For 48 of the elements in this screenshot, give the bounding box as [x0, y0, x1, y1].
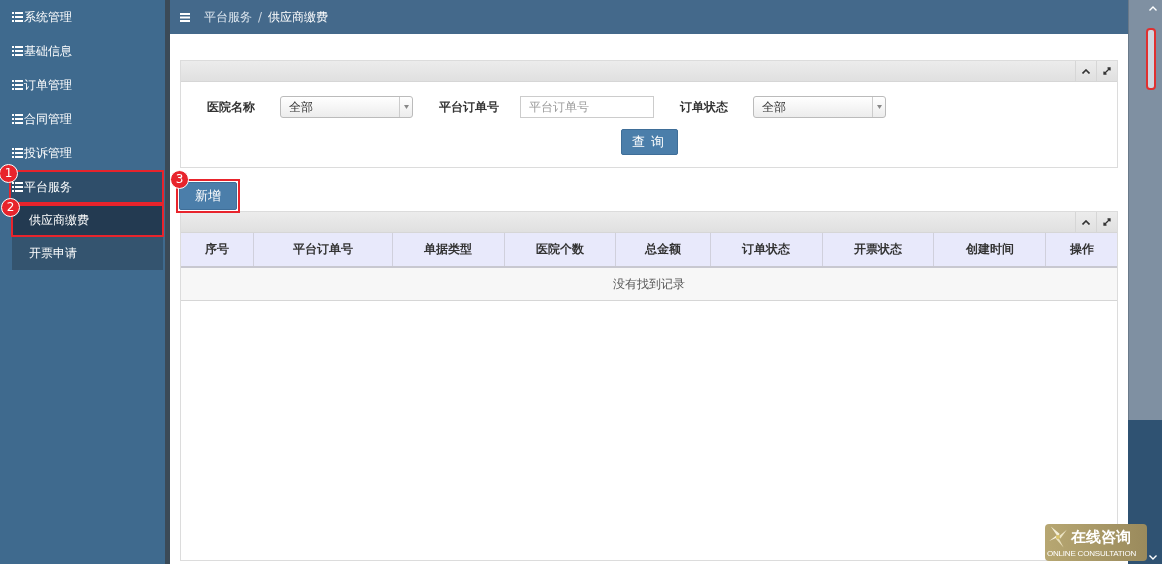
breadcrumb-item[interactable]: 平台服务 — [204, 8, 252, 26]
dropdown-arrow-icon — [403, 105, 409, 109]
column-header: 订单状态 — [710, 233, 823, 267]
expand-icon — [1103, 67, 1111, 75]
list-icon — [12, 148, 23, 158]
sidebar-item[interactable]: 系统管理 — [10, 0, 163, 34]
menu-icon — [180, 12, 190, 22]
empty-message: 没有找到记录 — [181, 267, 1117, 301]
callout-badge: 3 — [170, 170, 189, 189]
breadcrumb-separator: / — [258, 10, 263, 24]
column-header: 创建时间 — [933, 233, 1046, 267]
scrollbar-thumb[interactable] — [1146, 28, 1156, 90]
caret-icon — [1082, 219, 1090, 225]
search-button[interactable]: 查询 — [620, 129, 678, 155]
scrollbar[interactable] — [1128, 0, 1162, 420]
input-field[interactable]: 平台订单号 — [520, 96, 654, 118]
column-header: 医院个数 — [504, 233, 616, 267]
caret-icon — [1082, 68, 1090, 74]
field-label: 平台订单号 — [439, 98, 500, 116]
field-label: 订单状态 — [680, 98, 729, 116]
list-icon — [12, 46, 23, 56]
dropdown[interactable]: 全部 — [753, 96, 886, 118]
column-header: 平台订单号 — [253, 233, 393, 267]
field-label: 医院名称 — [207, 98, 256, 116]
callout-badge: 1 — [0, 164, 18, 183]
chat-title: 在线咨询 — [1071, 528, 1131, 546]
list-icon — [12, 80, 23, 90]
scroll-down-icon — [1149, 554, 1157, 560]
breadcrumb-item: 供应商缴费 — [268, 8, 329, 26]
column-header: 单据类型 — [392, 233, 505, 267]
list-icon — [12, 182, 23, 192]
sidebar-item[interactable]: 订单管理 — [10, 68, 163, 102]
add-button[interactable]: 新增 — [179, 182, 237, 210]
sidebar-item[interactable]: 基础信息 — [10, 34, 163, 68]
chat-widget[interactable]: 在线咨询 ONLINE CONSULTATION — [1045, 524, 1147, 561]
scroll-up-icon — [1149, 5, 1157, 11]
submenu-item[interactable]: 开票申请 — [12, 237, 163, 270]
chat-subtitle: ONLINE CONSULTATION — [1047, 549, 1137, 559]
dropdown[interactable]: 全部 — [280, 96, 413, 118]
sidebar-item[interactable]: 合同管理 — [10, 102, 163, 136]
column-header: 序号 — [181, 233, 254, 267]
list-icon — [12, 114, 23, 124]
dropdown-arrow-icon — [876, 105, 882, 109]
column-header: 总金额 — [615, 233, 711, 267]
list-icon — [12, 12, 23, 22]
expand-icon — [1103, 218, 1111, 226]
column-header: 开票状态 — [822, 233, 934, 267]
column-header: 操作 — [1045, 233, 1117, 267]
